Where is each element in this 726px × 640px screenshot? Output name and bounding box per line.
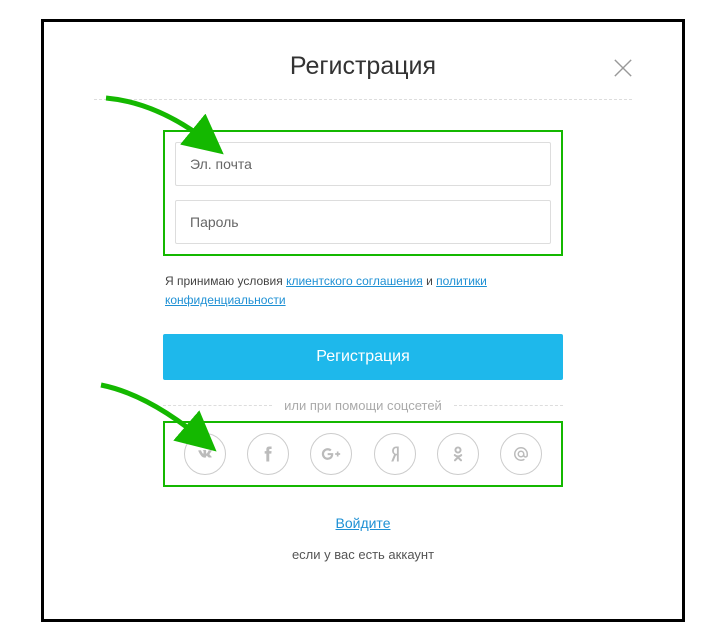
email-field[interactable] — [175, 142, 551, 186]
facebook-icon — [258, 444, 278, 464]
divider — [163, 405, 272, 406]
header-row: Регистрация — [94, 52, 632, 81]
login-link-row: Войдите — [163, 515, 563, 533]
facebook-button[interactable] — [247, 433, 289, 475]
credentials-highlight — [163, 130, 563, 256]
odnoklassniki-icon — [448, 444, 468, 464]
terms-prefix: Я принимаю условия — [165, 274, 286, 288]
form-area: Я принимаю условия клиентского соглашени… — [163, 130, 563, 562]
google-plus-button[interactable] — [310, 433, 352, 475]
social-heading: или при помощи соцсетей — [284, 398, 442, 413]
mailru-icon — [511, 444, 531, 464]
google-plus-icon — [321, 444, 341, 464]
register-button[interactable]: Регистрация — [163, 334, 563, 380]
have-account-text: если у вас есть аккаунт — [163, 547, 563, 562]
modal-frame: Регистрация Я принимаю условия клиентско… — [41, 19, 685, 622]
login-link[interactable]: Войдите — [336, 515, 391, 531]
terms-text: Я принимаю условия клиентского соглашени… — [163, 272, 563, 310]
terms-link-agreement[interactable]: клиентского соглашения — [286, 274, 423, 288]
registration-modal: Регистрация Я принимаю условия клиентско… — [44, 22, 682, 619]
page-title: Регистрация — [94, 52, 632, 81]
vk-button[interactable] — [184, 433, 226, 475]
password-field[interactable] — [175, 200, 551, 244]
yandex-button[interactable] — [374, 433, 416, 475]
divider — [94, 99, 632, 100]
yandex-icon — [385, 444, 405, 464]
social-buttons-highlight — [163, 421, 563, 487]
odnoklassniki-button[interactable] — [437, 433, 479, 475]
social-heading-row: или при помощи соцсетей — [163, 398, 563, 413]
mailru-button[interactable] — [500, 433, 542, 475]
vk-icon — [195, 444, 215, 464]
close-icon[interactable] — [609, 54, 637, 82]
divider — [454, 405, 563, 406]
terms-mid: и — [423, 274, 436, 288]
